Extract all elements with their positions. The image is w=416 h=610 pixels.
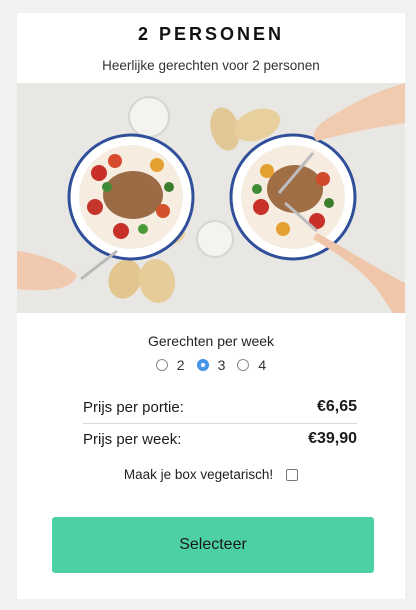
- plan-subtitle: Heerlijke gerechten voor 2 personen: [102, 58, 320, 73]
- plan-title: 2 PERSONEN: [137, 24, 285, 44]
- vegetarian-checkbox[interactable]: [286, 468, 299, 481]
- radio-button[interactable]: [237, 359, 250, 371]
- meals-option-3[interactable]: 3: [196, 357, 226, 373]
- meals-option-label: 3: [217, 357, 226, 373]
- radio-button[interactable]: [155, 359, 168, 371]
- meal-photo: [17, 83, 405, 313]
- meals-per-week-label: Gerechten per week: [147, 333, 275, 349]
- price-per-week-label: Prijs per week:: [83, 430, 182, 448]
- price-per-portion-value: €6,65: [316, 398, 357, 415]
- meals-option-label: 2: [176, 357, 185, 373]
- radio-button-selected[interactable]: [196, 359, 209, 371]
- price-per-week-row: Prijs per week: €39,90: [83, 430, 357, 448]
- meals-per-week-radio-group: 2 3 4: [17, 357, 405, 373]
- price-per-portion-label: Prijs per portie:: [83, 398, 184, 416]
- price-per-week-value: €39,90: [308, 430, 357, 447]
- select-button[interactable]: Selecteer: [52, 517, 374, 573]
- meals-option-2[interactable]: 2: [155, 357, 185, 373]
- vegetarian-option[interactable]: Maak je box vegetarisch!: [17, 467, 405, 482]
- vegetarian-label: Maak je box vegetarisch!: [123, 467, 274, 482]
- meals-option-label: 4: [258, 357, 267, 373]
- meal-photo-illustration: [17, 83, 405, 313]
- meals-option-4[interactable]: 4: [237, 357, 266, 373]
- price-per-portion-row: Prijs per portie: €6,65: [83, 398, 357, 416]
- plan-card: 2 PERSONEN Heerlijke gerechten voor 2 pe…: [17, 13, 405, 599]
- price-divider: [83, 423, 357, 424]
